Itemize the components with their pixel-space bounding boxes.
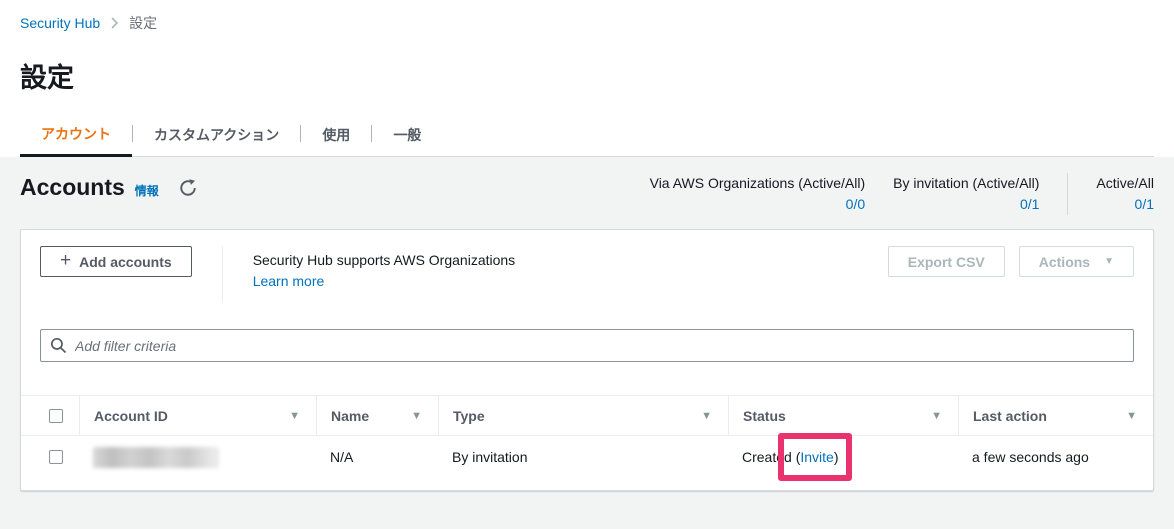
breadcrumb-link-security-hub[interactable]: Security Hub xyxy=(20,15,100,31)
sort-caret-icon[interactable]: ▼ xyxy=(411,410,422,422)
type-cell: By invitation xyxy=(452,449,528,465)
accounts-stats: Via AWS Organizations (Active/All) 0/0 B… xyxy=(622,173,1154,215)
column-label: Status xyxy=(743,407,786,424)
page-header-area: Security Hub 設定 設定 アカウント カスタムアクション 使用 一般 xyxy=(0,0,1174,157)
filter-bar xyxy=(40,329,1134,362)
sort-caret-icon[interactable]: ▼ xyxy=(701,410,712,422)
export-csv-button[interactable]: Export CSV xyxy=(887,246,1005,277)
last-action-cell: a few seconds ago xyxy=(972,449,1089,465)
refresh-button[interactable] xyxy=(177,177,199,202)
column-label: Account ID xyxy=(94,407,168,424)
stat-by-invitation: By invitation (Active/All) 0/1 xyxy=(865,173,1039,215)
filter-input[interactable] xyxy=(40,329,1134,362)
column-header-name[interactable]: Name ▼ xyxy=(316,396,438,435)
stat-via-aws-organizations: Via AWS Organizations (Active/All) 0/0 xyxy=(622,173,866,215)
accounts-title: Accounts xyxy=(20,174,125,200)
refresh-icon xyxy=(179,179,197,200)
tab-custom-actions[interactable]: カスタムアクション xyxy=(133,113,300,157)
accounts-section: Accounts 情報 Via AWS Organizations (Activ… xyxy=(0,173,1174,491)
column-label: Type xyxy=(453,407,485,424)
chevron-down-icon: ▼ xyxy=(1104,256,1114,267)
accounts-header: Accounts 情報 Via AWS Organizations (Activ… xyxy=(20,173,1154,215)
plus-icon: + xyxy=(60,250,72,271)
tab-bar: アカウント カスタムアクション 使用 一般 xyxy=(20,113,1154,157)
tab-usage[interactable]: 使用 xyxy=(301,113,371,157)
status-cell: Created (Invite) xyxy=(728,433,958,481)
column-header-status[interactable]: Status ▼ xyxy=(728,396,958,435)
stat-active-all: Active/All 0/1 xyxy=(1068,173,1154,215)
actions-label: Actions xyxy=(1038,253,1091,270)
row-checkbox[interactable] xyxy=(49,450,63,464)
column-label: Last action xyxy=(973,407,1047,424)
support-block: Security Hub supports AWS Organizations … xyxy=(253,246,516,292)
tab-general[interactable]: 一般 xyxy=(372,113,442,157)
sort-caret-icon[interactable]: ▼ xyxy=(931,410,942,422)
breadcrumb-current: 設定 xyxy=(129,15,158,31)
toolbar-divider xyxy=(221,246,223,302)
add-accounts-button[interactable]: + Add accounts xyxy=(40,246,192,277)
actions-button[interactable]: Actions ▼ xyxy=(1018,246,1134,277)
sort-caret-icon[interactable]: ▼ xyxy=(1126,410,1137,422)
breadcrumb-chevron-icon xyxy=(110,17,119,29)
table-row: N/A By invitation Created (Invite) a few… xyxy=(21,433,1153,481)
page-title: 設定 xyxy=(20,63,74,93)
status-text: ) xyxy=(833,449,839,465)
name-cell: N/A xyxy=(330,449,354,465)
learn-more-link[interactable]: Learn more xyxy=(253,270,325,292)
stat-label: By invitation (Active/All) xyxy=(893,175,1040,191)
column-label: Name xyxy=(331,407,370,424)
stat-value-link[interactable]: 0/1 xyxy=(893,193,1039,215)
select-all-checkbox[interactable] xyxy=(49,408,63,423)
stat-label: Via AWS Organizations (Active/All) xyxy=(649,175,866,191)
support-text: Security Hub supports AWS Organizations xyxy=(252,252,516,268)
account-id-redacted xyxy=(93,446,219,468)
breadcrumb: Security Hub 設定 xyxy=(20,0,1154,32)
add-accounts-label: Add accounts xyxy=(79,253,172,270)
status-text: Created ( xyxy=(742,449,801,465)
accounts-card: + Add accounts Security Hub supports AWS… xyxy=(20,229,1154,491)
column-header-account-id[interactable]: Account ID ▼ xyxy=(79,396,316,435)
info-link[interactable]: 情報 xyxy=(135,182,159,199)
stat-value-link[interactable]: 0/1 xyxy=(1096,193,1154,215)
column-header-type[interactable]: Type ▼ xyxy=(438,396,728,435)
invite-link[interactable]: Invite xyxy=(800,449,833,465)
tab-accounts[interactable]: アカウント xyxy=(20,113,132,157)
table-header-row: Account ID ▼ Name ▼ Type ▼ Status ▼ Last… xyxy=(21,395,1153,436)
sort-caret-icon[interactable]: ▼ xyxy=(289,410,300,422)
column-header-last-action[interactable]: Last action ▼ xyxy=(958,396,1153,435)
accounts-table: Account ID ▼ Name ▼ Type ▼ Status ▼ Last… xyxy=(21,395,1153,481)
stat-value-link[interactable]: 0/0 xyxy=(650,193,865,215)
stat-label: Active/All xyxy=(1096,175,1154,191)
accounts-toolbar: + Add accounts Security Hub supports AWS… xyxy=(21,230,1153,302)
